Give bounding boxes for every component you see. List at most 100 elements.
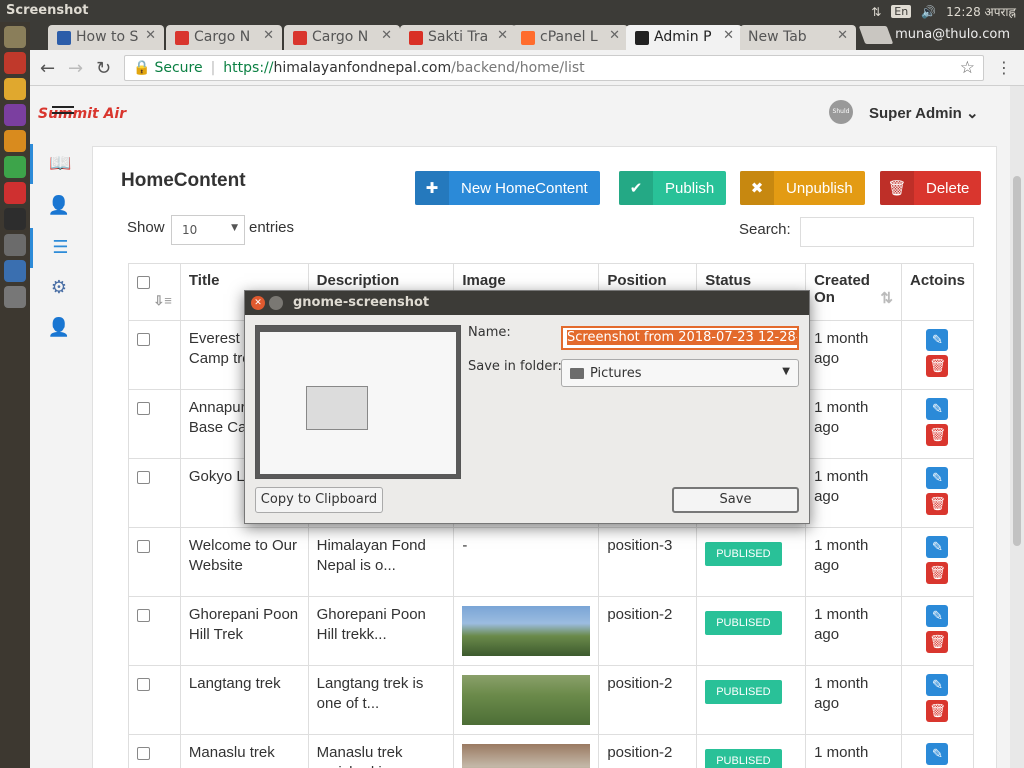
close-tab-icon[interactable]: ✕ <box>263 28 274 43</box>
forward-icon[interactable]: → <box>68 58 83 79</box>
minimize-icon[interactable] <box>269 296 283 310</box>
app-launcher-icon[interactable] <box>4 182 26 204</box>
edit-icon[interactable]: ✎ <box>926 398 949 420</box>
cell-created: 1 month ago <box>805 734 902 768</box>
table-row: Welcome to Our Website Himalayan Fond Ne… <box>128 527 975 597</box>
profile-name[interactable]: muna@thulo.com <box>895 27 1010 42</box>
files-launcher-icon[interactable] <box>4 52 26 74</box>
edit-icon[interactable]: ✎ <box>926 536 949 558</box>
trash-icon[interactable]: 🗑 <box>926 493 949 515</box>
trash-icon[interactable]: 🗑 <box>926 355 949 377</box>
browser-tab[interactable]: Sakti Tra ✕ <box>400 25 516 50</box>
cpanel-favicon-icon <box>521 31 535 45</box>
row-select-cell[interactable] <box>128 320 181 390</box>
row-checkbox[interactable] <box>137 609 150 622</box>
back-icon[interactable]: ← <box>40 58 55 79</box>
app-launcher-icon[interactable] <box>4 156 26 178</box>
user-icon[interactable]: 👤 <box>30 308 88 348</box>
settings-gear-icon[interactable]: ⚙ <box>30 268 88 308</box>
column-header-created-on[interactable]: Created On ⇅ <box>805 263 902 321</box>
editor-launcher-icon[interactable] <box>4 234 26 256</box>
filename-input[interactable]: Screenshot from 2018-07-23 12-28-08.png <box>561 326 799 350</box>
browser-tab[interactable]: New Tab ✕ <box>740 25 856 50</box>
cell-title: Welcome to Our Website <box>179 527 309 597</box>
trash-icon[interactable]: 🗑 <box>926 562 949 584</box>
close-tab-icon[interactable]: ✕ <box>145 28 156 43</box>
copy-to-clipboard-button[interactable]: Copy to Clipboard <box>255 487 383 513</box>
browser-tab[interactable]: How to S ✕ <box>48 25 164 50</box>
close-tab-icon[interactable]: ✕ <box>609 28 620 43</box>
screenshot-launcher-icon[interactable] <box>4 286 26 308</box>
close-tab-icon[interactable]: ✕ <box>381 28 392 43</box>
new-homecontent-button[interactable]: ✚ New HomeContent <box>415 171 600 205</box>
browser-tab[interactable]: Cargo N ✕ <box>284 25 400 50</box>
check-icon: ✔ <box>619 171 653 205</box>
row-select-cell[interactable] <box>128 734 181 768</box>
browser-tab[interactable]: Cargo N ✕ <box>166 25 282 50</box>
row-select-cell[interactable] <box>128 458 181 528</box>
sort-icon[interactable]: ⇩≡ <box>153 293 171 309</box>
sort-icon[interactable]: ⇅ <box>880 289 893 307</box>
select-all-checkbox[interactable] <box>137 276 150 289</box>
app-launcher-icon[interactable] <box>4 104 26 126</box>
chrome-launcher-icon[interactable] <box>4 78 26 100</box>
row-checkbox[interactable] <box>137 747 150 760</box>
reload-icon[interactable]: ↻ <box>96 58 111 79</box>
search-input[interactable] <box>800 217 974 247</box>
tab-label: Cargo N <box>194 29 251 45</box>
address-bar[interactable]: 🔒 Secure | https://himalayanfondnepal.com/b… <box>124 55 984 81</box>
book-icon[interactable]: 📖 <box>30 144 88 184</box>
user-menu[interactable]: Super Admin ⌄ <box>869 104 979 122</box>
page-scrollbar-thumb[interactable] <box>1013 176 1021 546</box>
close-icon[interactable]: ✕ <box>251 296 265 310</box>
select-all-header[interactable]: ⇩≡ <box>128 263 181 321</box>
new-tab-button[interactable] <box>858 26 894 44</box>
trash-icon[interactable]: 🗑 <box>926 631 949 653</box>
avatar[interactable]: Shuld <box>829 100 853 124</box>
delete-button[interactable]: 🗑 Delete <box>880 171 982 205</box>
keyboard-layout-indicator[interactable]: En <box>891 5 912 18</box>
sublime-launcher-icon[interactable] <box>4 130 26 152</box>
terminal-launcher-icon[interactable] <box>4 208 26 230</box>
row-select-cell[interactable] <box>128 389 181 459</box>
edit-icon[interactable]: ✎ <box>926 743 949 765</box>
network-icon[interactable]: ⇅ <box>871 5 881 19</box>
home-launcher-icon[interactable] <box>4 26 26 48</box>
row-checkbox[interactable] <box>137 540 150 553</box>
publish-button[interactable]: ✔ Publish <box>619 171 727 205</box>
row-checkbox[interactable] <box>137 402 150 415</box>
volume-icon[interactable]: 🔊 <box>921 5 936 19</box>
hamburger-menu-icon[interactable] <box>52 106 74 120</box>
close-tab-icon[interactable]: ✕ <box>497 28 508 43</box>
page-size-select[interactable]: 10 ▼ <box>171 215 245 245</box>
browser-menu-icon[interactable]: ⋮ <box>996 58 1012 77</box>
edit-icon[interactable]: ✎ <box>926 674 949 696</box>
folder-select[interactable]: Pictures ▼ <box>561 359 799 387</box>
plus-icon: ✚ <box>415 171 449 205</box>
cell-position: position-2 <box>598 665 698 735</box>
browser-tab[interactable]: cPanel L ✕ <box>512 25 628 50</box>
edit-icon[interactable]: ✎ <box>926 329 949 351</box>
close-tab-icon[interactable]: ✕ <box>837 28 848 43</box>
row-checkbox[interactable] <box>137 471 150 484</box>
row-select-cell[interactable] <box>128 527 181 597</box>
bookmark-star-icon[interactable]: ☆ <box>960 58 975 78</box>
cell-status: PUBLISED <box>696 734 807 768</box>
save-button[interactable]: Save <box>672 487 799 513</box>
row-checkbox[interactable] <box>137 678 150 691</box>
edit-icon[interactable]: ✎ <box>926 467 949 489</box>
list-icon[interactable]: ☰ <box>30 228 88 268</box>
unpublish-button[interactable]: ✖ Unpublish <box>740 171 865 205</box>
trash-icon[interactable]: 🗑 <box>926 424 949 446</box>
trash-icon[interactable]: 🗑 <box>926 700 949 722</box>
dialog-titlebar[interactable]: ✕ gnome-screenshot <box>245 291 809 315</box>
close-tab-icon[interactable]: ✕ <box>723 28 734 43</box>
row-select-cell[interactable] <box>128 665 181 735</box>
browser-tab-active[interactable]: Admin P ✕ <box>626 25 742 50</box>
edit-icon[interactable]: ✎ <box>926 605 949 627</box>
row-select-cell[interactable] <box>128 596 181 666</box>
document-launcher-icon[interactable] <box>4 260 26 282</box>
clock[interactable]: 12:28 अपराह्न <box>946 3 1016 20</box>
row-checkbox[interactable] <box>137 333 150 346</box>
user-icon[interactable]: 👤 <box>30 186 88 226</box>
